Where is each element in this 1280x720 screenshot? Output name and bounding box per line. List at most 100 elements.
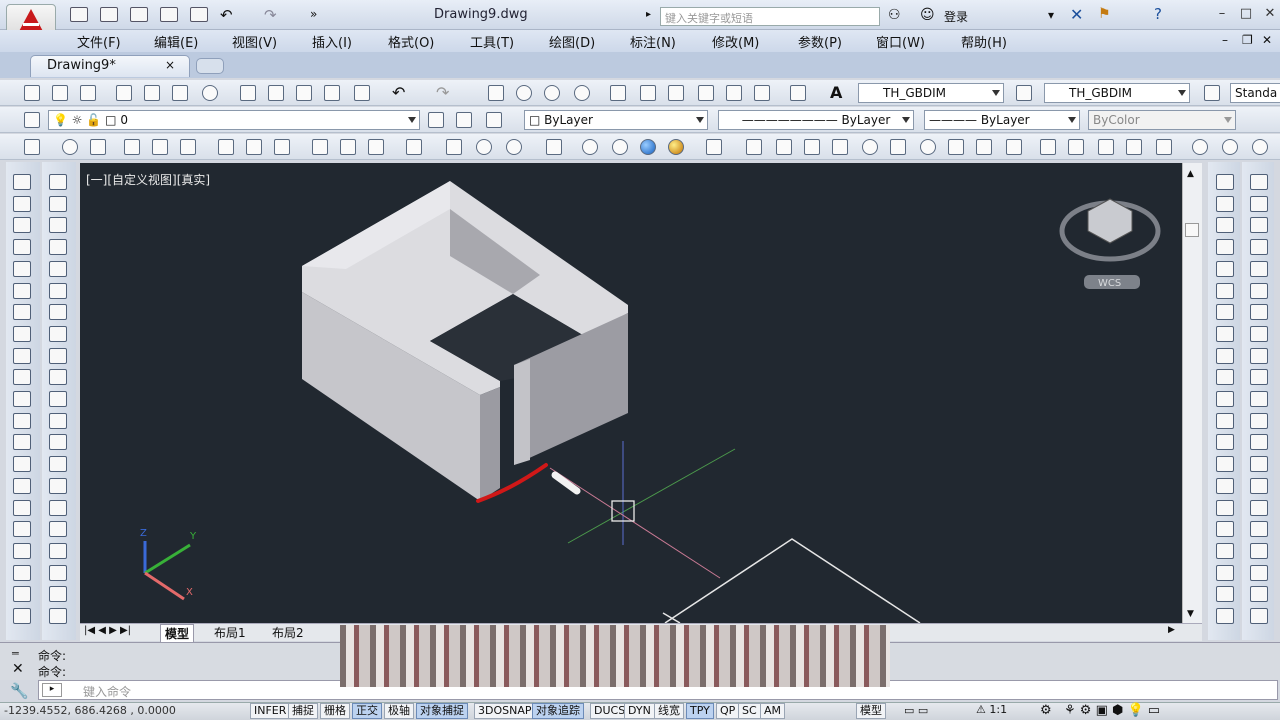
text-style-icon[interactable]: A	[830, 83, 842, 102]
status-toggle-8[interactable]: 对象追踪	[532, 703, 584, 719]
draw-tool-17-icon[interactable]	[13, 521, 31, 538]
hidden-icon[interactable]	[612, 139, 628, 155]
cut-icon[interactable]	[240, 85, 256, 101]
ucs-icon[interactable]	[90, 139, 106, 155]
status-toggle-13[interactable]: QP	[716, 703, 740, 719]
ucs-origin-icon[interactable]	[274, 139, 290, 155]
user-icon[interactable]: ☺	[920, 7, 935, 23]
modify-tool-2-icon[interactable]	[49, 195, 67, 212]
match-properties-icon[interactable]	[324, 85, 340, 101]
modify-tool-20-icon[interactable]	[49, 586, 67, 603]
draw-tool-4-icon[interactable]	[13, 239, 31, 256]
status-toggle-15[interactable]: AM	[760, 703, 786, 719]
publish-icon[interactable]	[172, 85, 188, 101]
cone-icon[interactable]	[804, 139, 820, 155]
file-tab-drawing9[interactable]: Drawing9* ×	[30, 55, 190, 77]
ucs-world-icon[interactable]	[124, 139, 140, 155]
save-icon[interactable]	[80, 85, 96, 101]
modify-tool-15-icon[interactable]	[49, 477, 67, 494]
zoom-realtime-icon[interactable]	[516, 85, 532, 101]
zoom-window-icon[interactable]	[544, 85, 560, 101]
3d-move-icon[interactable]	[446, 139, 462, 155]
3d-orbit-icon[interactable]	[476, 139, 492, 155]
solid-edit-tool-14-icon[interactable]	[1216, 456, 1234, 473]
print-icon[interactable]	[190, 7, 208, 22]
preview-icon[interactable]	[144, 85, 160, 101]
menu-window[interactable]: 窗口(W)	[876, 32, 925, 51]
draw-tool-10-icon[interactable]	[13, 369, 31, 386]
pan-icon[interactable]	[488, 85, 504, 101]
dropdown-arrow-icon[interactable]: ▾	[1048, 8, 1054, 22]
dimension-tool-3-icon[interactable]	[1250, 217, 1268, 234]
menu-parameter[interactable]: 参数(P)	[798, 32, 842, 51]
ucs-3point-icon[interactable]	[340, 139, 356, 155]
tool-palettes-icon[interactable]	[668, 85, 684, 101]
presspull-icon[interactable]	[1040, 139, 1056, 155]
solid-edit-tool-2-icon[interactable]	[1216, 195, 1234, 212]
paste-icon[interactable]	[296, 85, 312, 101]
menu-file[interactable]: 文件(F)	[77, 32, 121, 51]
revolve-icon[interactable]	[1098, 139, 1114, 155]
solid-edit-tool-3-icon[interactable]	[1216, 217, 1234, 234]
status-toggle-11[interactable]: 线宽	[654, 703, 684, 719]
login-link[interactable]: 登录	[944, 8, 968, 25]
solid-edit-tool-10-icon[interactable]	[1216, 369, 1234, 386]
make-current-icon[interactable]	[428, 112, 444, 128]
dimension-aligned-icon[interactable]	[62, 139, 78, 155]
dim-style-icon[interactable]	[1016, 85, 1032, 101]
dimension-tool-9-icon[interactable]	[1250, 347, 1268, 364]
polysolid-icon[interactable]	[948, 139, 964, 155]
customize-wrench-icon[interactable]: 🔧	[10, 682, 29, 700]
dimension-tool-20-icon[interactable]	[1250, 586, 1268, 603]
undo-icon[interactable]: ↶	[392, 83, 405, 102]
linetype-select[interactable]: ———————— ByLayer	[718, 110, 914, 130]
modify-tool-9-icon[interactable]	[49, 347, 67, 364]
doc-minimize-button[interactable]: –	[1222, 33, 1228, 47]
new-file-icon[interactable]	[70, 7, 88, 22]
modify-tool-4-icon[interactable]	[49, 239, 67, 256]
scroll-down-icon[interactable]: ▼	[1187, 609, 1194, 619]
draw-tool-5-icon[interactable]	[13, 260, 31, 277]
annotation-scale[interactable]: ⚠ 1:1	[976, 703, 1007, 716]
dimension-linear-icon[interactable]	[24, 139, 40, 155]
status-layout-icons[interactable]: ▭ ▭	[904, 704, 928, 717]
search-input[interactable]: 键入关键字或短语	[660, 7, 880, 26]
dimension-tool-2-icon[interactable]	[1250, 195, 1268, 212]
3d-print-icon[interactable]	[202, 85, 218, 101]
help-icon[interactable]	[790, 85, 806, 101]
dimension-tool-15-icon[interactable]	[1250, 477, 1268, 494]
expand-toolbar-icon[interactable]: »	[310, 7, 317, 21]
draw-tool-19-icon[interactable]	[13, 564, 31, 581]
modify-tool-3-icon[interactable]	[49, 217, 67, 234]
qnew-icon[interactable]	[24, 85, 40, 101]
solid-edit-tool-12-icon[interactable]	[1216, 412, 1234, 429]
ucs-previous-icon[interactable]	[152, 139, 168, 155]
dimension-tool-16-icon[interactable]	[1250, 499, 1268, 516]
modify-tool-11-icon[interactable]	[49, 391, 67, 407]
loft-icon[interactable]	[1126, 139, 1142, 155]
status-toggle-4[interactable]: 正交	[352, 703, 382, 719]
layout-nav-first-icon[interactable]: |◀ ◀ ▶ ▶|	[84, 625, 131, 636]
status-toggles-icon[interactable]: ⚘ ⚙ ▣ ⬢ 💡 ▭	[1064, 703, 1160, 718]
solid-edit-tool-6-icon[interactable]	[1216, 282, 1234, 299]
table-style-select[interactable]: Standa	[1230, 83, 1280, 103]
solid-edit-tool-9-icon[interactable]	[1216, 347, 1234, 364]
workspace-icon[interactable]: ⚙	[1040, 703, 1052, 718]
menu-insert[interactable]: 插入(I)	[312, 32, 352, 51]
solid-edit-tool-15-icon[interactable]	[1216, 477, 1234, 494]
modify-tool-5-icon[interactable]	[49, 260, 67, 277]
modify-tool-1-icon[interactable]	[49, 174, 67, 190]
properties-icon[interactable]	[610, 85, 626, 101]
command-panel-grip-icon[interactable]: ═	[12, 647, 19, 660]
wireframe-icon[interactable]	[582, 139, 598, 155]
dim-style-select[interactable]: TH_GBDIM	[1044, 83, 1190, 103]
modify-tool-19-icon[interactable]	[49, 564, 67, 581]
union-icon[interactable]	[1192, 139, 1208, 155]
planar-surface-icon[interactable]	[976, 139, 992, 155]
tab-layout1[interactable]: 布局1	[210, 624, 250, 641]
ucs-zaxis-icon[interactable]	[312, 139, 328, 155]
copy-icon[interactable]	[268, 85, 284, 101]
solid-edit-tool-1-icon[interactable]	[1216, 174, 1234, 190]
solid-edit-tool-16-icon[interactable]	[1216, 499, 1234, 516]
save-icon[interactable]	[130, 7, 148, 22]
